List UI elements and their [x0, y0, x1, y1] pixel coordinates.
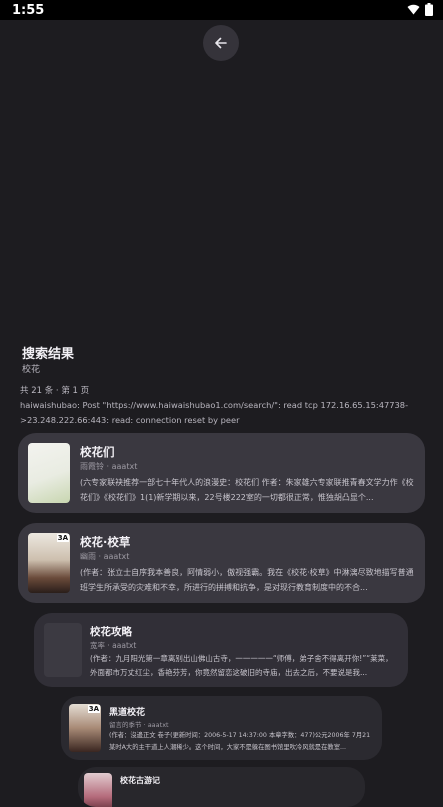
page-title: 搜索结果 — [22, 347, 75, 362]
wifi-icon — [407, 4, 420, 15]
result-card[interactable]: 校花们 雨霞铃 · aaatxt (六专家联袂推荐一部七十年代人的浪漫史：校花们… — [18, 433, 425, 513]
book-meta: 宽率 · aaatxt — [90, 641, 137, 650]
result-card[interactable]: 3A 黑道校花 留言的季节 · aaatxt (作者：沒邊正文 卷子(更新时间：… — [61, 696, 382, 760]
cover-badge: 3A — [56, 534, 69, 542]
result-card[interactable]: 校花古游记 — [78, 767, 365, 807]
book-title: 校花攻略 — [90, 626, 132, 638]
book-meta: 雨霞铃 · aaatxt — [80, 462, 138, 471]
book-description: (作者：九月阳光第一章离别出山佛山古寺，一一一一一“师傅，弟子舍不得离开你!”“… — [90, 654, 393, 677]
battery-icon — [425, 3, 433, 16]
book-title: 校花们 — [80, 445, 115, 459]
book-description: (作者：沒邊正文 卷子(更新时间：2006-5-17 14:37:00 本章字数… — [109, 732, 371, 751]
book-title: 黑道校花 — [109, 708, 146, 718]
cover-badge: 3A — [87, 705, 100, 713]
status-time: 1:55 — [12, 3, 45, 18]
error-message: haiwaishubao: Post "https://www.haiwaish… — [20, 400, 409, 425]
status-icons — [407, 3, 433, 16]
result-count: 共 21 条 · 第 1 页 — [20, 386, 90, 396]
book-cover — [44, 623, 82, 677]
book-description: (作者：张立士自序我本善良，阿情弱小，傲视强霸。我在《校花·校草》中淋漓尽致地描… — [80, 568, 414, 592]
result-card[interactable]: 校花攻略 宽率 · aaatxt (作者：九月阳光第一章离别出山佛山古寺，一一一… — [34, 613, 408, 687]
book-title: 校花古游记 — [120, 776, 160, 785]
book-title: 校花·校草 — [80, 535, 131, 549]
back-button[interactable] — [203, 25, 239, 61]
book-cover: 3A — [69, 704, 101, 752]
status-bar: 1:55 — [0, 0, 443, 20]
book-cover: 3A — [28, 533, 70, 593]
search-keyword: 校花 — [22, 365, 41, 375]
book-cover — [28, 443, 70, 503]
book-description: (六专家联袂推荐一部七十年代人的浪漫史：校花们 作者：朱家雄六专家联推青春文学力… — [80, 478, 414, 502]
arrow-left-icon — [215, 37, 227, 49]
book-cover — [84, 773, 112, 807]
result-card[interactable]: 3A 校花·校草 幽雨 · aaatxt (作者：张立士自序我本善良，阿情弱小，… — [18, 523, 425, 603]
book-meta: 幽雨 · aaatxt — [80, 552, 130, 561]
book-meta: 留言的季节 · aaatxt — [109, 721, 169, 729]
